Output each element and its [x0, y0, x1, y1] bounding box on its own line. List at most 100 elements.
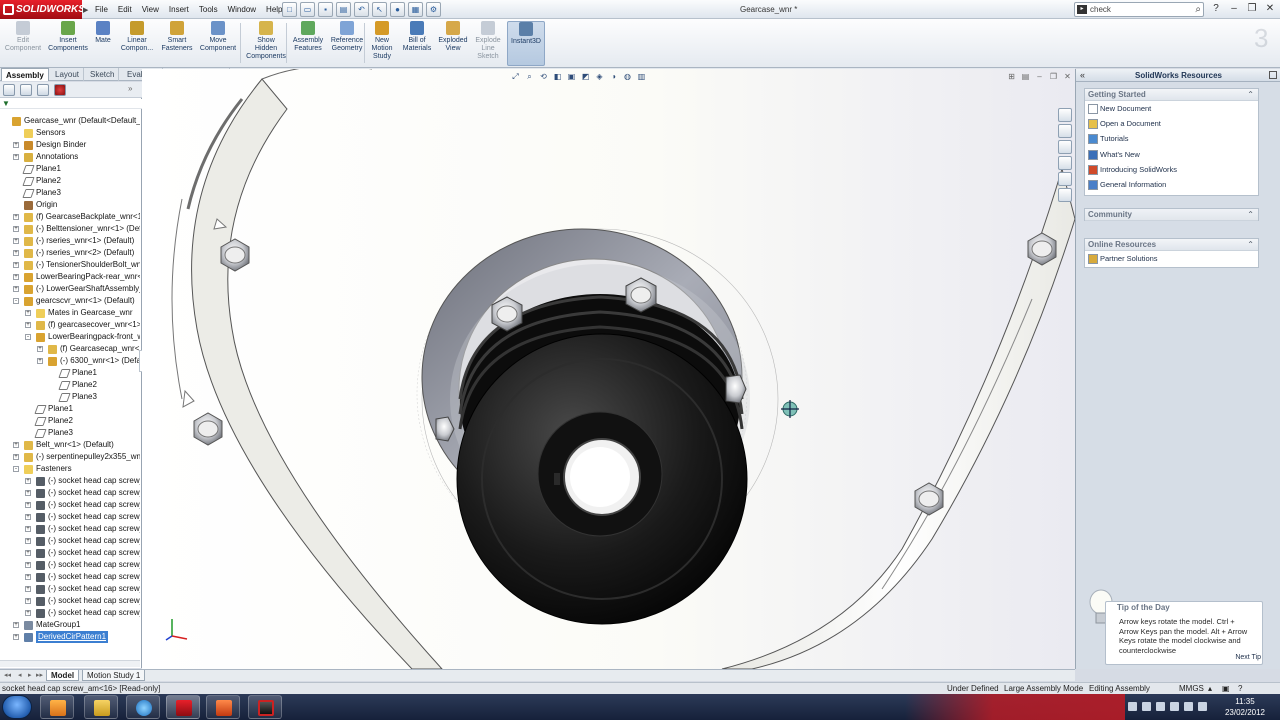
- tree-item[interactable]: + (-) socket head cap screw_ar: [0, 607, 140, 619]
- expand-icon[interactable]: +: [13, 442, 19, 448]
- expand-icon[interactable]: +: [25, 538, 31, 544]
- community-header[interactable]: Community ⌃: [1085, 209, 1258, 221]
- new-file-icon[interactable]: □: [282, 2, 297, 17]
- hide-show-items-icon[interactable]: ◈: [594, 71, 605, 82]
- edit-appearance-icon[interactable]: ◑: [608, 71, 619, 82]
- expand-icon[interactable]: +: [25, 562, 31, 568]
- expand-icon[interactable]: +: [25, 490, 31, 496]
- collapse-icon[interactable]: -: [13, 298, 19, 304]
- tree-item[interactable]: + (-) LowerGearShaftAssembly_wn: [0, 283, 140, 295]
- display-manager-tab-icon[interactable]: [54, 84, 66, 96]
- expand-icon[interactable]: +: [25, 586, 31, 592]
- file-properties-icon[interactable]: ▦: [408, 2, 423, 17]
- expand-icon[interactable]: +: [13, 454, 19, 460]
- tree-item[interactable]: + (-) socket head cap screw_ar: [0, 535, 140, 547]
- tray-volume-icon[interactable]: [1198, 702, 1207, 711]
- link-introducing-solidworks[interactable]: Introducing SolidWorks: [1088, 163, 1256, 177]
- expand-icon[interactable]: +: [25, 550, 31, 556]
- tree-item[interactable]: Origin: [0, 199, 140, 211]
- tree-item[interactable]: + Mates in Gearcase_wnr: [0, 307, 140, 319]
- expand-icon[interactable]: +: [25, 478, 31, 484]
- link-new-document[interactable]: New Document: [1088, 102, 1256, 116]
- tree-item[interactable]: + Annotations: [0, 151, 140, 163]
- explode-line-sketch-button[interactable]: Explode Line Sketch: [472, 21, 504, 66]
- view-orientation-icon[interactable]: ▣: [566, 71, 577, 82]
- select-icon[interactable]: ↖: [372, 2, 387, 17]
- model-view[interactable]: [142, 69, 1075, 669]
- custom-properties-tab-icon[interactable]: [1058, 188, 1072, 202]
- tray-app-icon[interactable]: [1156, 702, 1165, 711]
- apply-scene-icon[interactable]: ◍: [622, 71, 633, 82]
- insert-components-button[interactable]: Insert Components: [47, 21, 89, 66]
- menu-window[interactable]: Window: [223, 0, 261, 19]
- feature-filter[interactable]: ▼: [0, 99, 142, 109]
- menu-edit[interactable]: Edit: [113, 0, 137, 19]
- tree-item[interactable]: - gearcscvr_wnr<1> (Default): [0, 295, 140, 307]
- tree-item[interactable]: Plane2: [0, 379, 140, 391]
- tree-item[interactable]: Plane3: [0, 391, 140, 403]
- tree-item[interactable]: + DerivedCirPattern1: [0, 631, 140, 643]
- show-hidden-components-button[interactable]: Show Hidden Components: [246, 21, 286, 66]
- collapse-icon[interactable]: -: [25, 334, 31, 340]
- edit-component-button[interactable]: Edit Component: [3, 21, 43, 66]
- pin-icon[interactable]: [1269, 71, 1277, 79]
- tree-item[interactable]: + (-) socket head cap screw_ar: [0, 511, 140, 523]
- tray-wifi-icon[interactable]: [1184, 702, 1193, 711]
- filter-icon[interactable]: ▼: [2, 99, 12, 108]
- view-settings-icon[interactable]: ▥: [636, 71, 647, 82]
- tab-sketch[interactable]: Sketch: [86, 68, 120, 81]
- expand-icon[interactable]: +: [13, 634, 19, 640]
- options-icon[interactable]: ⚙: [426, 2, 441, 17]
- tree-item[interactable]: + (f) gearcasecover_wnr<1> (: [0, 319, 140, 331]
- clock[interactable]: 11:35 23/02/2012: [1222, 696, 1268, 718]
- expand-icon[interactable]: +: [25, 310, 31, 316]
- open-file-icon[interactable]: ▭: [300, 2, 315, 17]
- collapse-icon[interactable]: -: [13, 466, 19, 472]
- help-icon[interactable]: ?: [1208, 0, 1224, 17]
- first-tab-icon[interactable]: ◂◂: [4, 670, 11, 681]
- search-icon[interactable]: ⌕: [1195, 3, 1201, 16]
- tree-item[interactable]: + (-) socket head cap screw_ar: [0, 571, 140, 583]
- chevron-right-icon[interactable]: ▶: [83, 6, 88, 14]
- tab-motion-study-1[interactable]: Motion Study 1: [82, 670, 146, 681]
- tree-item[interactable]: + (-) socket head cap screw_ar: [0, 547, 140, 559]
- menu-tools[interactable]: Tools: [194, 0, 223, 19]
- menu-insert[interactable]: Insert: [164, 0, 194, 19]
- resources-tab-icon[interactable]: [1058, 108, 1072, 122]
- linear-compon-button[interactable]: Linear Compon...: [118, 21, 156, 66]
- tree-item[interactable]: + (-) rseries_wnr<1> (Default): [0, 235, 140, 247]
- tree-item[interactable]: Plane1: [0, 367, 140, 379]
- tree-item[interactable]: - Fasteners: [0, 463, 140, 475]
- rebuild-icon[interactable]: ●: [390, 2, 405, 17]
- expand-icon[interactable]: +: [13, 622, 19, 628]
- expand-icon[interactable]: +: [13, 250, 19, 256]
- tab-model[interactable]: Model: [46, 670, 80, 681]
- tree-item[interactable]: + (-) rseries_wnr<2> (Default): [0, 247, 140, 259]
- link-open-a-document[interactable]: Open a Document: [1088, 117, 1256, 131]
- reference-geometry-button[interactable]: Reference Geometry: [328, 21, 366, 66]
- start-button[interactable]: [2, 695, 32, 719]
- tab-layout[interactable]: Layout: [51, 68, 85, 81]
- save-icon[interactable]: ▪: [318, 2, 333, 17]
- viewport-tile-icon[interactable]: ▤: [1020, 72, 1031, 82]
- expand-icon[interactable]: ⌃: [1247, 209, 1254, 221]
- tree-item[interactable]: + (-) Belttensioner_wnr<1> (Defau: [0, 223, 140, 235]
- expand-icon[interactable]: +: [13, 238, 19, 244]
- menu-file[interactable]: File: [90, 0, 113, 19]
- next-tip-link[interactable]: Next Tip: [1235, 654, 1261, 661]
- graphics-viewport[interactable]: ⤢ ⌕ ⟲ ◧ ▣ ◩ ◈ ◑ ◍ ▥ ⊞ ▤ – ❐ ✕: [142, 69, 1075, 669]
- pulley-model[interactable]: [456, 294, 748, 625]
- tree-item[interactable]: + Belt_wnr<1> (Default): [0, 439, 140, 451]
- instant3d-button[interactable]: Instant3D: [507, 21, 545, 66]
- tree-item[interactable]: + (-) socket head cap screw_ar: [0, 583, 140, 595]
- collapse-panel-icon[interactable]: »: [128, 84, 140, 96]
- print-icon[interactable]: ▤: [336, 2, 351, 17]
- getting-started-header[interactable]: Getting Started ⌃: [1085, 89, 1258, 101]
- display-style-icon[interactable]: ◩: [580, 71, 591, 82]
- tree-item[interactable]: + (-) TensionerShoulderBolt_wnr: [0, 259, 140, 271]
- tree-item[interactable]: + (-) socket head cap screw_ar: [0, 523, 140, 535]
- expand-icon[interactable]: +: [13, 154, 19, 160]
- prev-tab-icon[interactable]: ◂: [18, 670, 22, 681]
- tree-item[interactable]: - LowerBearingpack-front_wn: [0, 331, 140, 343]
- design-library-tab-icon[interactable]: [1058, 124, 1072, 138]
